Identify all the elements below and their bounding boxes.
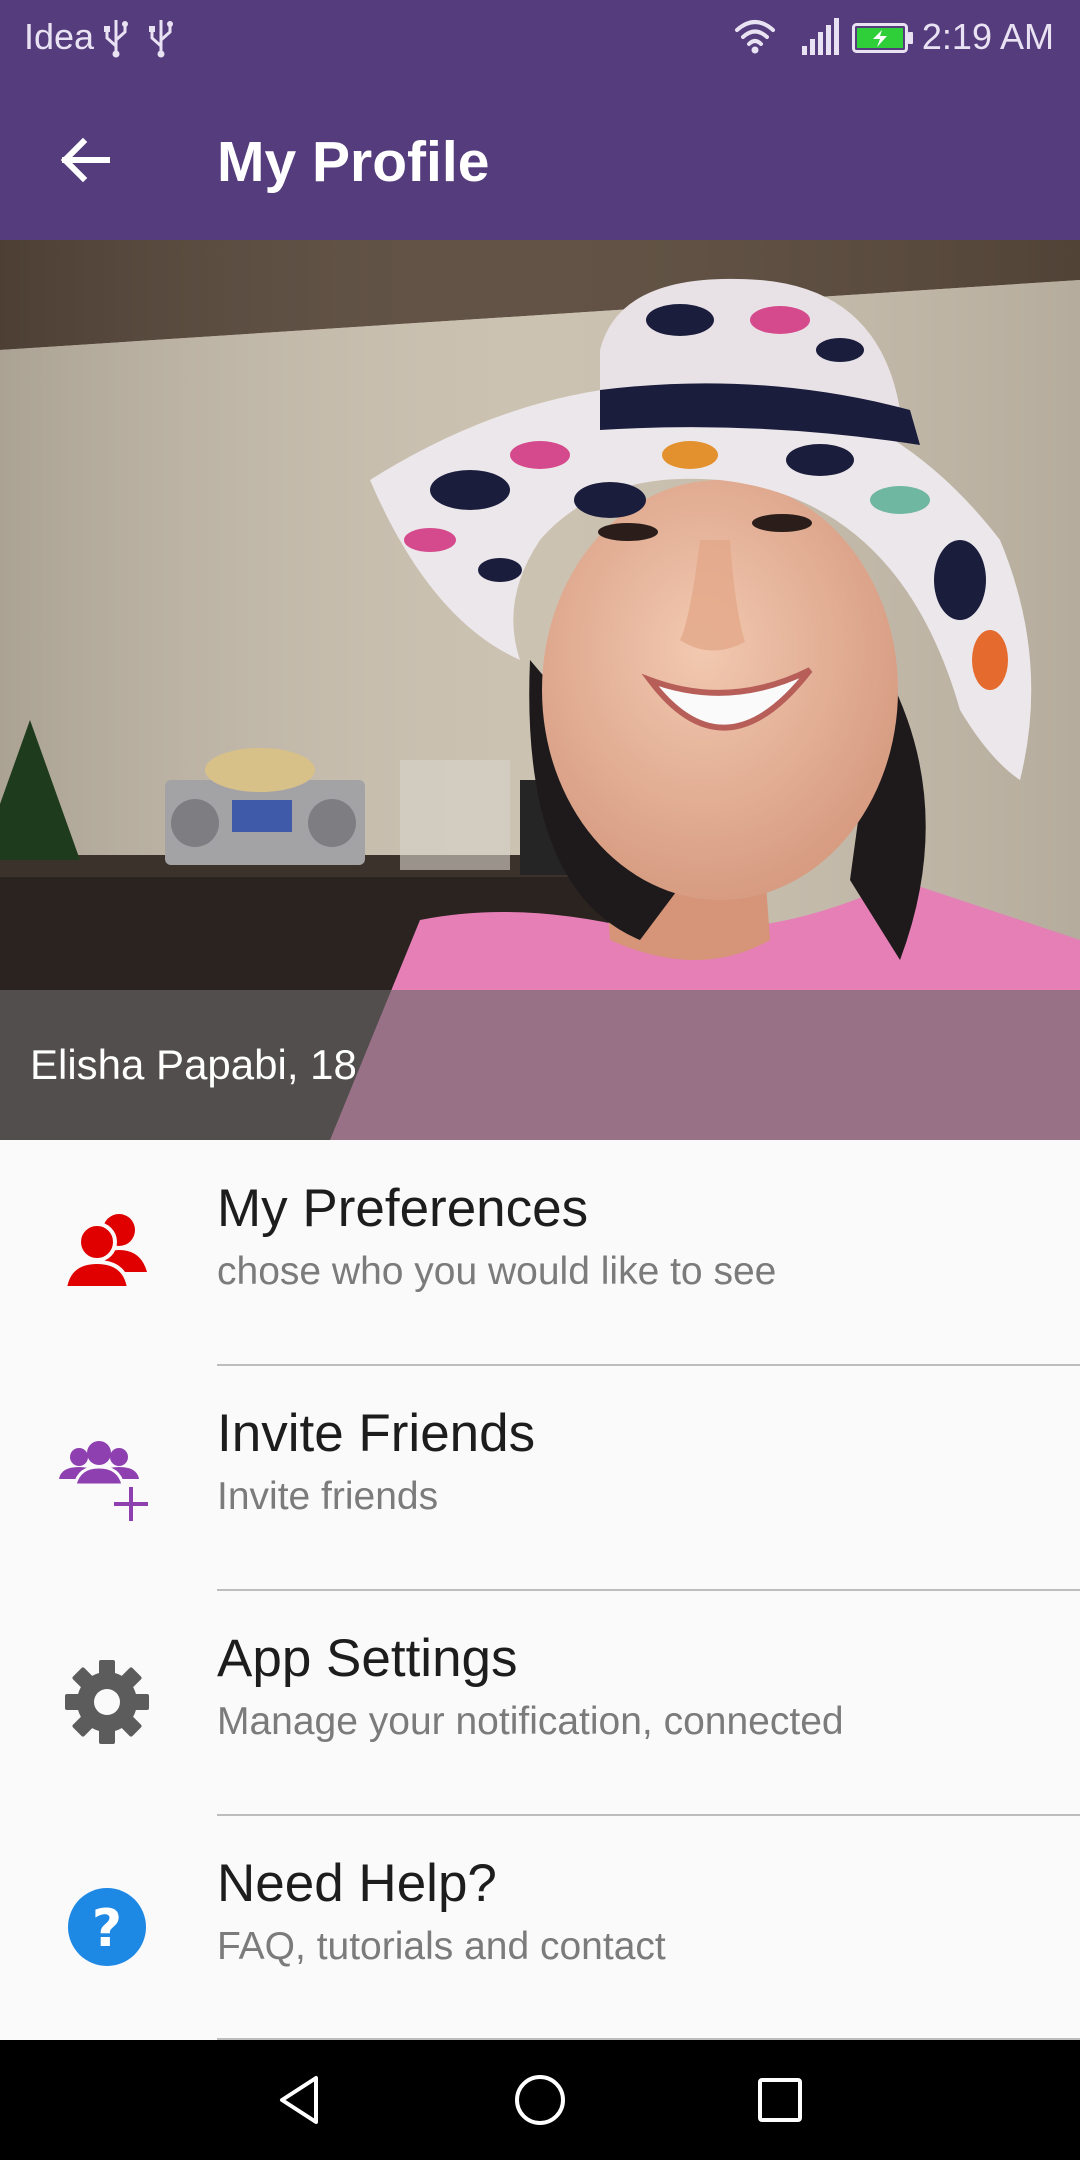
menu-item-subtitle: Invite friends [217, 1475, 439, 1518]
page-title: My Profile [217, 130, 490, 194]
menu-item-invite-friends[interactable]: Invite Friends Invite friends [0, 1365, 1080, 1590]
battery-charging-icon [852, 23, 913, 53]
cell-signal-icon [802, 18, 839, 55]
menu-item-title: App Settings [217, 1629, 518, 1688]
gear-icon [57, 1652, 157, 1752]
menu-item-app-settings[interactable]: App Settings Manage your notification, c… [0, 1590, 1080, 1815]
menu-item-subtitle: chose who you would like to see [217, 1250, 777, 1293]
profile-menu: My Preferences chose who you would like … [0, 1140, 1080, 2040]
menu-item-my-preferences[interactable]: My Preferences chose who you would like … [0, 1140, 1080, 1365]
menu-item-title: Need Help? [217, 1854, 497, 1913]
menu-item-subtitle: Manage your notification, connected [217, 1700, 844, 1743]
clock: 2:19 AM [921, 16, 1054, 57]
menu-item-need-help[interactable]: ? Need Help? FAQ, tutorials and contact [0, 1815, 1080, 2040]
profile-photo[interactable] [0, 240, 1080, 1140]
profile-name: Elisha Papabi, 18 [30, 1041, 357, 1088]
status-bar: Idea 2:19 AM [0, 0, 1080, 75]
carrier-label: Idea [24, 16, 95, 57]
usb-icon [104, 20, 128, 58]
svg-text:?: ? [92, 1899, 122, 1959]
menu-item-subtitle: FAQ, tutorials and contact [217, 1925, 666, 1968]
nav-home-icon [515, 2075, 565, 2125]
menu-item-title: Invite Friends [217, 1404, 536, 1463]
nav-back-button[interactable] [260, 2060, 340, 2140]
invite-friends-icon [57, 1427, 157, 1527]
arrow-back-icon [60, 137, 110, 183]
back-button[interactable] [40, 115, 130, 205]
wifi-icon [735, 20, 775, 54]
help-icon: ? [57, 1877, 157, 1977]
app-bar: My Profile [0, 75, 1080, 240]
nav-recents-button[interactable] [740, 2060, 820, 2140]
nav-recents-icon [758, 2078, 802, 2122]
system-nav-bar [0, 2040, 1080, 2160]
nav-home-button[interactable] [500, 2060, 580, 2140]
usb-icon [149, 20, 173, 58]
menu-item-title: My Preferences [217, 1179, 589, 1238]
users-icon [57, 1202, 157, 1302]
nav-back-icon [280, 2076, 318, 2124]
